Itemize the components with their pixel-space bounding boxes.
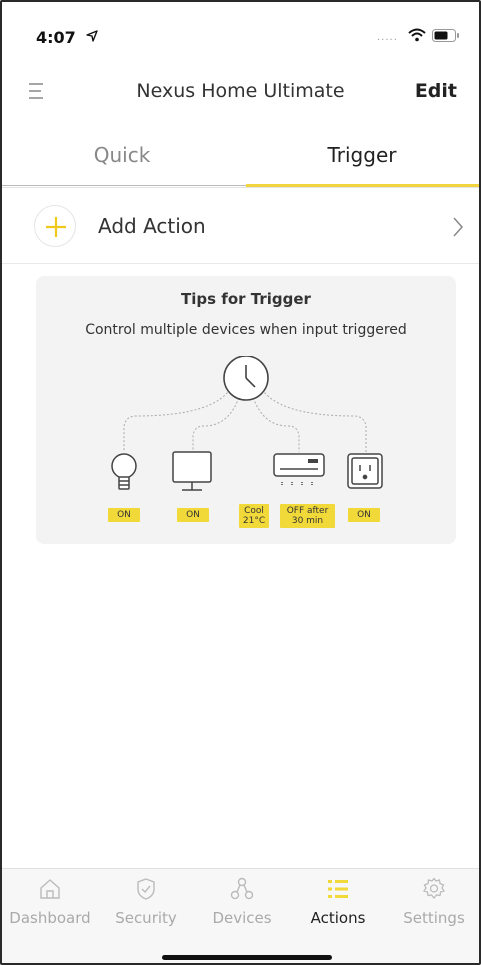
- status-time: 4:07: [36, 28, 76, 47]
- battery-icon: [432, 29, 459, 42]
- status-bar: 4:07 .....: [2, 2, 479, 60]
- ac-temp-line: 21°C: [242, 516, 266, 526]
- home-indicator[interactable]: [162, 955, 332, 960]
- plus-icon: [46, 217, 66, 237]
- tab-dashboard[interactable]: Dashboard: [2, 869, 98, 939]
- shield-icon: [137, 878, 155, 900]
- tab-quick[interactable]: Quick: [2, 122, 242, 188]
- light-bulb-icon: [111, 453, 137, 490]
- edit-button[interactable]: Edit: [415, 80, 457, 102]
- ac-status-timer: OFF after 30 min: [280, 504, 335, 528]
- wifi-icon: [408, 28, 426, 42]
- power-outlet-icon: [347, 453, 383, 489]
- actions-list-icon: [328, 880, 348, 898]
- tab-security[interactable]: Security: [98, 869, 194, 939]
- add-action-button[interactable]: [34, 205, 76, 247]
- page-title: Nexus Home Ultimate: [136, 80, 345, 102]
- tab-divider: [2, 185, 246, 186]
- chevron-right-icon: [453, 217, 464, 237]
- clock-icon: [223, 356, 269, 401]
- outlet-status: ON: [348, 508, 380, 522]
- tab-security-label: Security: [115, 909, 177, 927]
- tips-title: Tips for Trigger: [181, 290, 311, 308]
- tab-actions[interactable]: Actions: [290, 869, 386, 939]
- bottom-tab-bar: Dashboard Security Devices Actions Setti…: [2, 868, 479, 963]
- cellular-signal: .....: [377, 32, 398, 43]
- action-type-tabs: Quick Trigger: [2, 122, 479, 188]
- ac-timer-line-2: 30 min: [291, 516, 324, 526]
- ac-timer-line-1: OFF after: [286, 506, 329, 516]
- ac-status-mode: Cool 21°C: [239, 504, 269, 528]
- tab-settings-label: Settings: [403, 909, 465, 927]
- devices-icon: [230, 877, 254, 900]
- add-action-row[interactable]: Add Action: [2, 190, 479, 264]
- home-icon: [40, 879, 60, 899]
- monitor-icon: [172, 451, 212, 491]
- tips-card: Tips for Trigger Control multiple device…: [36, 276, 456, 544]
- tab-actions-label: Actions: [310, 909, 366, 927]
- tab-active-indicator: [246, 184, 479, 187]
- tab-devices[interactable]: Devices: [194, 869, 290, 939]
- tab-trigger[interactable]: Trigger: [242, 122, 479, 188]
- ac-mode-line: Cool: [244, 506, 264, 516]
- light-bulb-status: ON: [108, 508, 140, 522]
- tab-devices-label: Devices: [212, 909, 272, 927]
- tab-dashboard-label: Dashboard: [9, 909, 91, 927]
- tips-subtitle: Control multiple devices when input trig…: [85, 322, 407, 338]
- monitor-status: ON: [177, 508, 209, 522]
- phone-screen: 4:07 ..... Nexus Home Ultimate Edit Quic…: [0, 0, 481, 965]
- add-action-label: Add Action: [98, 214, 206, 238]
- tab-settings[interactable]: Settings: [386, 869, 479, 939]
- gear-icon: [422, 877, 446, 900]
- location-arrow-icon: [86, 30, 98, 42]
- air-conditioner-icon: [273, 453, 325, 486]
- nav-bar: Nexus Home Ultimate Edit: [2, 62, 479, 120]
